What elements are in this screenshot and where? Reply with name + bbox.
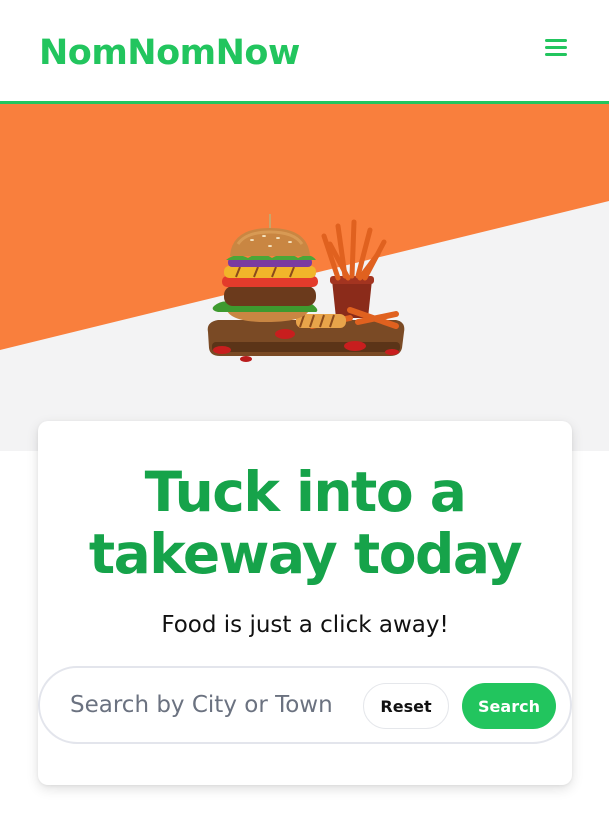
reset-button[interactable]: Reset (363, 683, 449, 729)
search-card: Tuck into a takeway today Food is just a… (38, 421, 572, 785)
hero-subtext: Food is just a click away! (161, 612, 449, 638)
hero-headline: Tuck into a takeway today (88, 460, 523, 586)
search-button[interactable]: Search (462, 683, 556, 729)
site-header: NomNomNow (0, 0, 609, 104)
site-logo[interactable]: NomNomNow (39, 28, 300, 78)
menu-line (545, 53, 567, 56)
menu-line (545, 39, 567, 42)
search-bar: Reset Search (38, 666, 572, 744)
menu-line (545, 46, 567, 49)
hero-banner (0, 104, 609, 451)
hamburger-menu-icon[interactable] (543, 36, 571, 60)
burger-fries-image (207, 214, 405, 362)
search-input[interactable] (70, 685, 360, 725)
